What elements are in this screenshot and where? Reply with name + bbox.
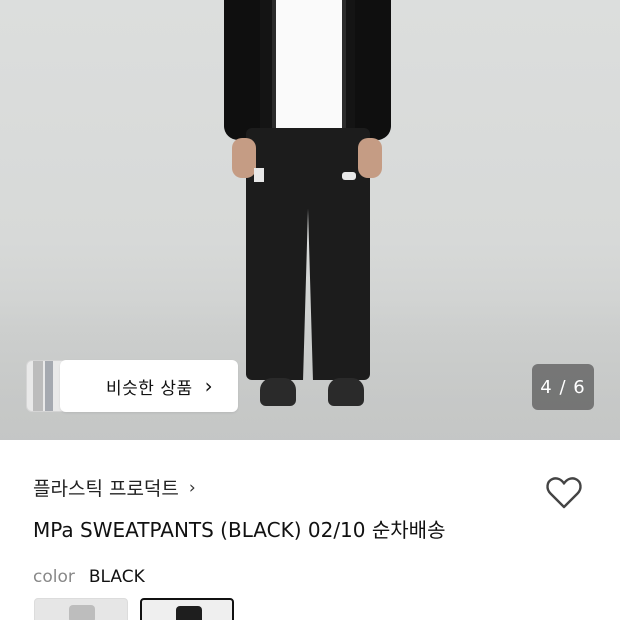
brand-name: 플라스틱 프로덕트 — [33, 478, 179, 500]
photo-zipper-left — [272, 0, 276, 140]
product-image-gallery[interactable]: 비슷한 상품 › 4 / 6 — [0, 0, 620, 440]
photo-sleeve-left — [224, 0, 260, 140]
swatch-product-thumbnail — [69, 605, 95, 620]
thumbnail-shape — [45, 361, 53, 411]
swatch-product-thumbnail — [176, 606, 202, 620]
similar-products-button[interactable]: 비슷한 상품 › — [60, 360, 238, 412]
color-option-label: color — [33, 567, 75, 587]
photo-pants — [246, 128, 370, 380]
photo-shoe-left — [260, 378, 296, 406]
photo-logo-left — [254, 168, 264, 182]
photo-hand-left — [232, 138, 256, 178]
thumbnail-shape — [33, 361, 43, 411]
chevron-right-icon: › — [204, 374, 213, 398]
photo-zipper-right — [342, 0, 346, 140]
color-option-value: BLACK — [88, 567, 145, 587]
chevron-right-icon: › — [188, 477, 196, 498]
photo-logo-right — [342, 172, 356, 180]
product-title: MPa SWEATPANTS (BLACK) 02/10 순차배송 — [33, 518, 446, 542]
color-option-row: color BLACK — [33, 567, 145, 587]
photo-hand-right — [358, 138, 382, 178]
photo-shoe-right — [328, 378, 364, 406]
heart-outline-icon[interactable] — [542, 470, 586, 514]
color-swatch-black[interactable] — [140, 598, 234, 620]
photo-tshirt — [276, 0, 342, 130]
product-photo-model — [210, 0, 410, 420]
photo-sleeve-right — [355, 0, 391, 140]
color-swatch-grey[interactable] — [34, 598, 128, 620]
image-page-indicator: 4 / 6 — [532, 364, 594, 410]
brand-link[interactable]: 플라스틱 프로덕트 › — [33, 474, 196, 501]
similar-products-label: 비슷한 상품 — [106, 378, 193, 399]
